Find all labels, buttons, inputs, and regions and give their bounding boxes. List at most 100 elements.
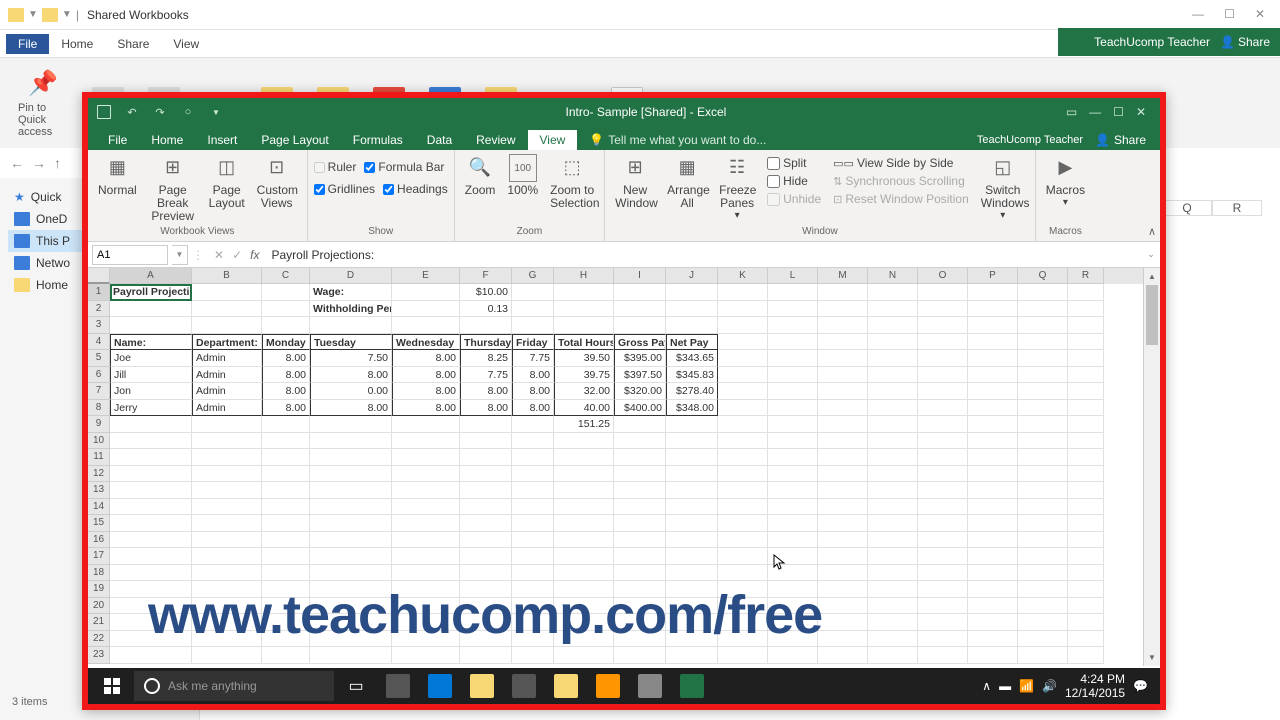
taskbar-excel[interactable] [672,669,712,703]
column-header-L[interactable]: L [768,268,818,284]
cell[interactable] [512,532,554,549]
task-view-button[interactable]: ▭ [336,669,376,703]
column-header-R[interactable]: R [1068,268,1104,284]
cell[interactable] [818,367,868,384]
row-header-2[interactable]: 2 [88,301,110,318]
cell[interactable] [968,367,1018,384]
pin-button[interactable]: 📌 Pin to Quick access [18,69,68,138]
cell[interactable]: 8.00 [262,367,310,384]
cell[interactable] [1018,482,1068,499]
cell[interactable] [110,647,192,664]
cell[interactable] [460,317,512,334]
cell[interactable] [968,614,1018,631]
cell[interactable] [512,416,554,433]
tab-view[interactable]: View [528,130,578,150]
cell[interactable] [192,548,262,565]
page-break-button[interactable]: ⊞Page Break Preview [145,152,201,226]
cell[interactable] [512,565,554,582]
cell[interactable] [512,499,554,516]
row-header-1[interactable]: 1 [88,284,110,301]
cell[interactable] [110,482,192,499]
cell[interactable] [718,301,768,318]
cell[interactable]: Thursday [460,334,512,351]
tray-volume-icon[interactable]: 🔊 [1042,679,1057,693]
cell[interactable] [192,449,262,466]
headings-checkbox[interactable]: Headings [383,180,448,198]
cell[interactable] [192,532,262,549]
cell[interactable] [1068,367,1104,384]
cell[interactable] [110,548,192,565]
cell[interactable] [392,301,460,318]
cell[interactable]: $320.00 [614,383,666,400]
cell[interactable] [512,515,554,532]
cell[interactable] [918,482,968,499]
cell[interactable] [768,499,818,516]
cell[interactable] [1068,565,1104,582]
cell[interactable] [512,647,554,664]
cell[interactable] [768,284,818,301]
cell[interactable] [1018,466,1068,483]
close-button[interactable]: ✕ [1255,7,1265,21]
cell[interactable] [512,433,554,450]
macros-button[interactable]: ▶Macros ▾ [1042,152,1089,210]
tab-view[interactable]: View [161,34,211,54]
cell[interactable] [1018,565,1068,582]
cell[interactable] [666,284,718,301]
cell[interactable]: Total Hours [554,334,614,351]
cell[interactable] [110,565,192,582]
cell[interactable] [818,350,868,367]
cell[interactable] [460,449,512,466]
row-header-10[interactable]: 10 [88,433,110,450]
cell[interactable] [968,515,1018,532]
cell[interactable] [718,400,768,417]
column-header-P[interactable]: P [968,268,1018,284]
cell[interactable] [918,598,968,615]
scroll-down-icon[interactable]: ▼ [1144,649,1160,666]
cell[interactable] [868,416,918,433]
cell[interactable] [918,499,968,516]
notifications-icon[interactable]: 💬 [1133,679,1148,693]
cell[interactable]: $397.50 [614,367,666,384]
cell[interactable] [818,631,868,648]
cell[interactable] [262,647,310,664]
cell[interactable]: Friday [512,334,554,351]
cell[interactable] [968,581,1018,598]
cell[interactable] [666,449,718,466]
cell[interactable] [554,499,614,516]
cell[interactable] [1068,449,1104,466]
freeze-panes-button[interactable]: ☷Freeze Panes ▾ [715,152,759,223]
tab-insert[interactable]: Insert [195,130,249,150]
cell[interactable] [768,301,818,318]
cell[interactable] [818,515,868,532]
cell[interactable] [718,466,768,483]
cell[interactable] [554,466,614,483]
cell[interactable] [554,647,614,664]
cell[interactable] [392,317,460,334]
cell[interactable] [968,565,1018,582]
cell[interactable] [460,532,512,549]
cell[interactable] [918,449,968,466]
cell[interactable] [918,565,968,582]
row-header-6[interactable]: 6 [88,367,110,384]
cell[interactable] [818,614,868,631]
cell[interactable]: 8.00 [392,367,460,384]
tab-formulas[interactable]: Formulas [341,130,415,150]
cell[interactable] [868,614,918,631]
cell[interactable]: Jon [110,383,192,400]
cell[interactable] [918,631,968,648]
cell[interactable] [868,499,918,516]
cell[interactable] [666,532,718,549]
cell[interactable] [310,482,392,499]
custom-views-button[interactable]: ⊡Custom Views [253,152,301,212]
column-header-J[interactable]: J [666,268,718,284]
cell[interactable] [1018,631,1068,648]
cell[interactable] [918,383,968,400]
cell[interactable] [918,400,968,417]
cell[interactable] [768,317,818,334]
cell[interactable] [192,433,262,450]
cell[interactable] [968,301,1018,318]
cell[interactable]: Gross Pay [614,334,666,351]
column-header-N[interactable]: N [868,268,918,284]
cell[interactable] [110,301,192,318]
cell[interactable]: 7.50 [310,350,392,367]
